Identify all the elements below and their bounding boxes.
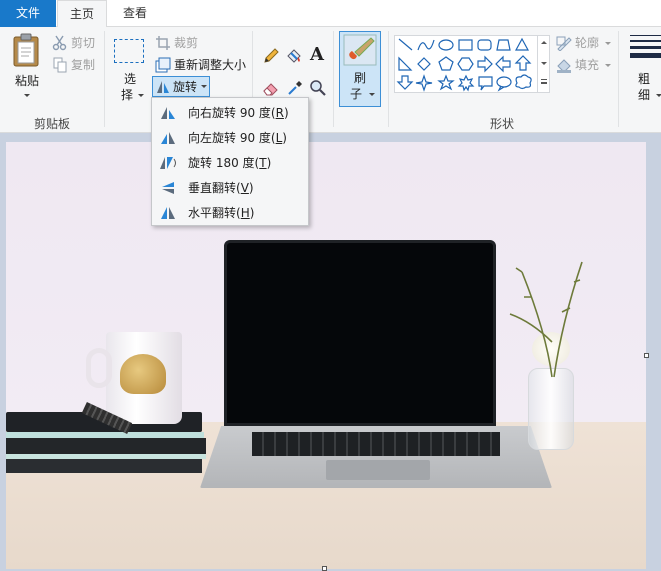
fill-bucket-icon[interactable]	[285, 47, 303, 65]
select-button[interactable]: 选 择	[112, 35, 148, 111]
rotate-label: 旋转	[173, 79, 198, 94]
clipboard-icon	[13, 33, 39, 67]
size-label-line1: 粗	[637, 72, 650, 86]
group-divider	[333, 31, 334, 127]
eraser-icon[interactable]	[262, 79, 280, 97]
outline-label: 轮廓	[575, 36, 600, 50]
resize-handle-right[interactable]	[644, 353, 649, 358]
chevron-down-icon	[605, 41, 612, 45]
chevron-up-icon[interactable]	[541, 41, 547, 44]
flip-vertical-icon	[162, 181, 174, 194]
menu-item-shortcut: L	[275, 130, 283, 145]
copy-button[interactable]: 复制	[52, 55, 95, 75]
ribbon: 粘贴 剪切 复制 剪贴板 选 择 裁剪 重新调整大小 旋转 A 刷 子 轮廓 填…	[0, 27, 661, 133]
menu-item-rotate-180[interactable]: 旋转 180 度(T)	[153, 150, 308, 175]
menu-item-shortcut: H	[240, 205, 250, 220]
magnifier-icon[interactable]	[309, 79, 327, 97]
brushes-button[interactable]: 刷 子	[339, 31, 381, 107]
rotate-button[interactable]: 旋转	[152, 76, 210, 97]
menu-item-label: 向左旋转 90 度	[188, 131, 271, 145]
copy-label: 复制	[71, 58, 96, 72]
expand-gallery-icon[interactable]	[541, 79, 547, 84]
menu-item-label: 水平翻转	[188, 206, 237, 220]
menu-item-flip-vertical[interactable]: 垂直翻转(V)	[153, 175, 308, 200]
resize-button[interactable]: 重新调整大小	[155, 55, 246, 75]
fill-label: 填充	[575, 58, 600, 72]
ribbon-tab-bar: 文件 主页 查看	[0, 0, 661, 28]
menu-item-rotate-left[interactable]: 向左旋转 90 度(L)	[153, 125, 308, 150]
fill-icon	[557, 59, 571, 73]
menu-item-shortcut: R	[275, 105, 284, 120]
outline-icon	[556, 36, 572, 51]
brushes-label-line2: 子	[349, 87, 362, 101]
tab-view[interactable]: 查看	[108, 0, 162, 27]
gallery-scroll[interactable]	[537, 35, 550, 93]
rotate-left-icon	[161, 131, 175, 144]
tab-file[interactable]: 文件	[0, 0, 56, 27]
select-rectangle-icon	[114, 39, 144, 63]
crop-label: 裁剪	[174, 36, 199, 50]
cut-button[interactable]: 剪切	[52, 33, 95, 53]
size-button[interactable]: 粗 细	[624, 33, 661, 111]
flip-horizontal-icon	[161, 206, 175, 219]
menu-item-label: 向右旋转 90 度	[188, 106, 271, 120]
menu-item-flip-horizontal[interactable]: 水平翻转(H)	[153, 200, 308, 225]
size-label-line2: 细	[637, 88, 650, 102]
chevron-down-icon[interactable]	[541, 62, 547, 65]
chevron-down-icon	[656, 94, 661, 97]
menu-item-label: 垂直翻转	[188, 181, 237, 195]
chevron-down-icon	[605, 63, 612, 67]
resize-label: 重新调整大小	[174, 58, 247, 72]
photo-laptop-base	[200, 426, 552, 488]
copy-icon	[53, 57, 67, 73]
rotate-menu: 向右旋转 90 度(R) 向左旋转 90 度(L) 旋转 180 度(T) 垂直…	[151, 97, 309, 226]
paste-button[interactable]: 粘贴	[8, 33, 46, 107]
chevron-down-icon	[24, 94, 30, 97]
crop-button[interactable]: 裁剪	[155, 33, 198, 53]
line-width-icon	[630, 35, 661, 58]
clipboard-group-label: 剪贴板	[33, 117, 70, 131]
text-tool-icon[interactable]: A	[310, 44, 324, 65]
select-label-line1: 选	[123, 72, 136, 86]
rotate-180-icon	[160, 156, 176, 169]
brush-icon	[343, 34, 377, 66]
crop-icon	[156, 36, 170, 50]
menu-item-shortcut: T	[259, 155, 267, 170]
resize-handle-bottom[interactable]	[322, 566, 327, 571]
canvas-area[interactable]	[0, 134, 661, 571]
shapes-group-label: 形状	[489, 117, 514, 131]
rotate-right-icon	[161, 106, 175, 119]
group-divider	[104, 31, 105, 127]
paint-window: 文件 主页 查看 粘贴 剪切 复制 剪贴板 选 择 裁剪 重新调整大小 旋转 A…	[0, 0, 661, 571]
photo-laptop-screen	[224, 240, 496, 426]
menu-item-shortcut: V	[240, 180, 249, 195]
menu-item-rotate-right[interactable]: 向右旋转 90 度(R)	[153, 100, 308, 125]
rotate-icon	[157, 80, 169, 93]
paste-label: 粘贴	[14, 74, 39, 88]
shapes-grid-icon	[396, 37, 532, 92]
canvas-image[interactable]	[6, 142, 646, 569]
menu-item-label: 旋转 180 度	[188, 156, 255, 170]
shapes-gallery[interactable]	[394, 35, 550, 93]
tab-home[interactable]: 主页	[57, 0, 107, 28]
fill-button[interactable]: 填充	[556, 55, 612, 75]
chevron-down-icon	[138, 94, 144, 97]
chevron-down-icon	[201, 85, 208, 88]
scissors-icon	[52, 35, 67, 51]
cut-label: 剪切	[71, 36, 96, 50]
group-divider	[618, 31, 619, 127]
group-divider	[388, 31, 389, 127]
pencil-icon[interactable]	[262, 47, 280, 65]
resize-icon	[155, 57, 171, 73]
photo-mug	[86, 332, 182, 424]
color-picker-icon[interactable]	[286, 79, 304, 97]
brushes-label-line1: 刷	[353, 71, 366, 85]
photo-flower-stems	[509, 261, 583, 378]
chevron-down-icon	[369, 93, 375, 96]
outline-button[interactable]: 轮廓	[556, 33, 612, 53]
